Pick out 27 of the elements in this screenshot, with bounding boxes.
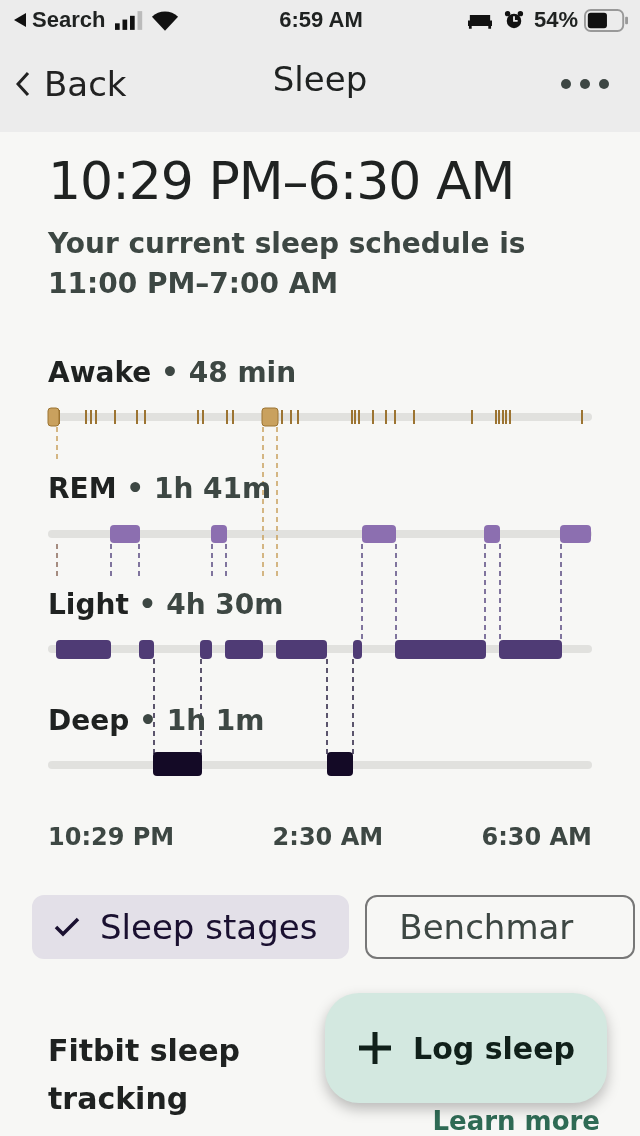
status-time: 6:59 AM (279, 7, 363, 33)
sleep-time-range: 10:29 PM–6:30 AM (48, 150, 516, 213)
alarm-clock-icon (503, 10, 524, 30)
check-icon (54, 917, 80, 937)
filter-chip[interactable]: Sleep stages (32, 895, 350, 959)
stage-label: Light • 4h 30m (48, 587, 285, 623)
stage-label: Awake • 48 min (48, 355, 298, 391)
log-sleep-button[interactable]: Log sleep (325, 993, 607, 1103)
screen-title: Sleep (272, 59, 368, 99)
axis-time-label: 2:30 AM (272, 823, 384, 851)
back-app-label[interactable]: Search (32, 7, 106, 33)
filter-chip[interactable]: Benchmar (365, 895, 636, 959)
back-arrow-icon[interactable] (14, 13, 26, 27)
wifi-icon (151, 9, 180, 31)
plus-icon (357, 1030, 393, 1066)
learn-more-link[interactable]: Learn more (432, 1107, 600, 1136)
battery-icon (584, 8, 628, 32)
sleep-schedule-text: Your current sleep schedule is 11:00 PM–7:00 AM (48, 226, 527, 302)
axis-time-label: 10:29 PM (48, 823, 175, 851)
chevron-left-icon (16, 71, 30, 97)
more-icon[interactable] (560, 78, 610, 90)
section-title: Fitbit sleep tracking (48, 1032, 241, 1118)
stage-label: REM • 1h 41m (48, 471, 273, 507)
back-button[interactable]: Back (16, 64, 127, 104)
axis-time-label: 6:30 AM (481, 823, 592, 851)
stage-label: Deep • 1h 1m (48, 703, 266, 739)
battery-percent: 54% (533, 7, 578, 33)
